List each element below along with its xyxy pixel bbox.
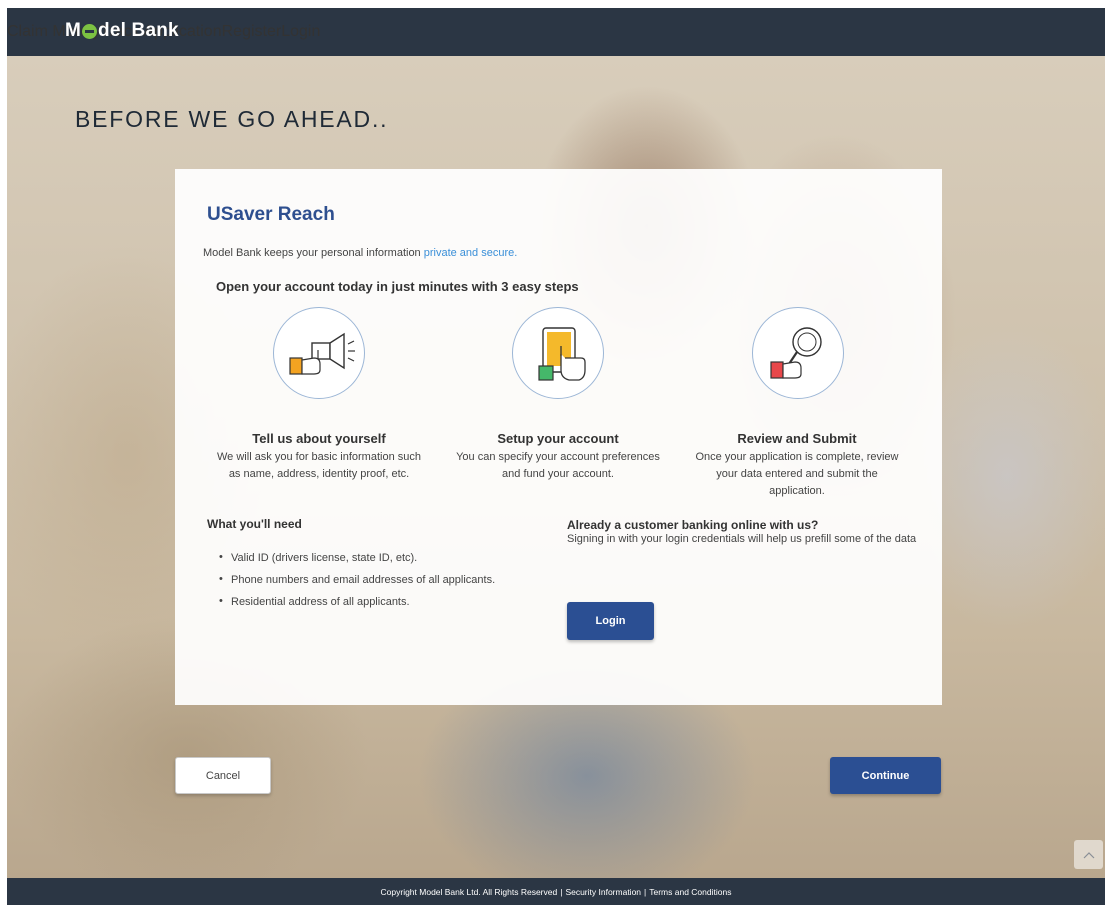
product-title: USaver Reach: [207, 204, 335, 225]
page-frame: M del Bank Claim Money Track Application…: [7, 8, 1105, 905]
requirements-heading: What you'll need: [207, 517, 302, 531]
scroll-to-top-button[interactable]: [1074, 840, 1103, 869]
existing-customer-heading: Already a customer banking online with u…: [567, 518, 819, 532]
step-3-title: Review and Submit: [737, 431, 857, 446]
existing-customer-description: Signing in with your login credentials w…: [567, 533, 917, 545]
footer-terms-link[interactable]: Terms and Conditions: [649, 887, 731, 897]
requirements-list: Valid ID (drivers license, state ID, etc…: [219, 551, 495, 618]
tablet-touch-icon: [512, 307, 604, 399]
step-2-desc-line: You can specify your account preferences: [456, 451, 660, 463]
footer: Copyright Model Bank Ltd. All Rights Res…: [7, 878, 1105, 905]
megaphone-icon: [273, 307, 365, 399]
steps-heading: Open your account today in just minutes …: [216, 279, 579, 294]
step-2-description: You can specify your account preferences…: [438, 449, 678, 483]
footer-separator: |: [560, 886, 563, 897]
privacy-statement: Model Bank keeps your personal informati…: [203, 247, 517, 259]
brand-prefix: M: [65, 20, 82, 41]
step-1-description: We will ask you for basic information su…: [199, 449, 439, 483]
login-button[interactable]: Login: [567, 602, 654, 640]
footer-separator: |: [644, 886, 647, 897]
chevron-up-icon: [1083, 851, 1094, 858]
privacy-link[interactable]: private and secure.: [424, 247, 518, 259]
step-2-desc-line: and fund your account.: [502, 468, 614, 480]
cancel-button[interactable]: Cancel: [175, 757, 271, 794]
step-1-title: Tell us about yourself: [252, 431, 386, 446]
step-2-title: Setup your account: [497, 431, 619, 446]
logo-mark-icon: [82, 23, 98, 39]
continue-button[interactable]: Continue: [830, 757, 941, 794]
list-item: Phone numbers and email addresses of all…: [219, 573, 495, 596]
step-3-desc-line: application.: [769, 485, 825, 497]
brand-suffix: del Bank: [98, 20, 179, 41]
step-1-desc-line: We will ask you for basic information su…: [217, 451, 421, 463]
magnifier-review-icon: [752, 307, 844, 399]
step-3-desc-line: Once your application is complete, revie…: [695, 451, 899, 463]
list-item: Residential address of all applicants.: [219, 595, 495, 618]
step-1-desc-line: as name, address, identity proof, etc.: [228, 468, 410, 480]
nav-login[interactable]: Login: [281, 23, 320, 41]
step-3-desc-line: your data entered and submit the: [716, 468, 878, 480]
step-3-description: Once your application is complete, revie…: [677, 449, 917, 500]
page-title: BEFORE WE GO AHEAD..: [75, 106, 389, 132]
top-navbar: M del Bank Claim Money Track Application…: [7, 8, 1105, 56]
list-item: Valid ID (drivers license, state ID, etc…: [219, 551, 495, 574]
footer-security-link[interactable]: Security Information: [565, 887, 641, 897]
footer-copyright: Copyright Model Bank Ltd. All Rights Res…: [380, 886, 558, 897]
brand-logo[interactable]: M del Bank: [65, 20, 179, 42]
privacy-text: Model Bank keeps your personal informati…: [203, 247, 424, 259]
product-info-card: USaver Reach Model Bank keeps your perso…: [175, 169, 942, 705]
nav-register[interactable]: Register: [222, 23, 282, 41]
